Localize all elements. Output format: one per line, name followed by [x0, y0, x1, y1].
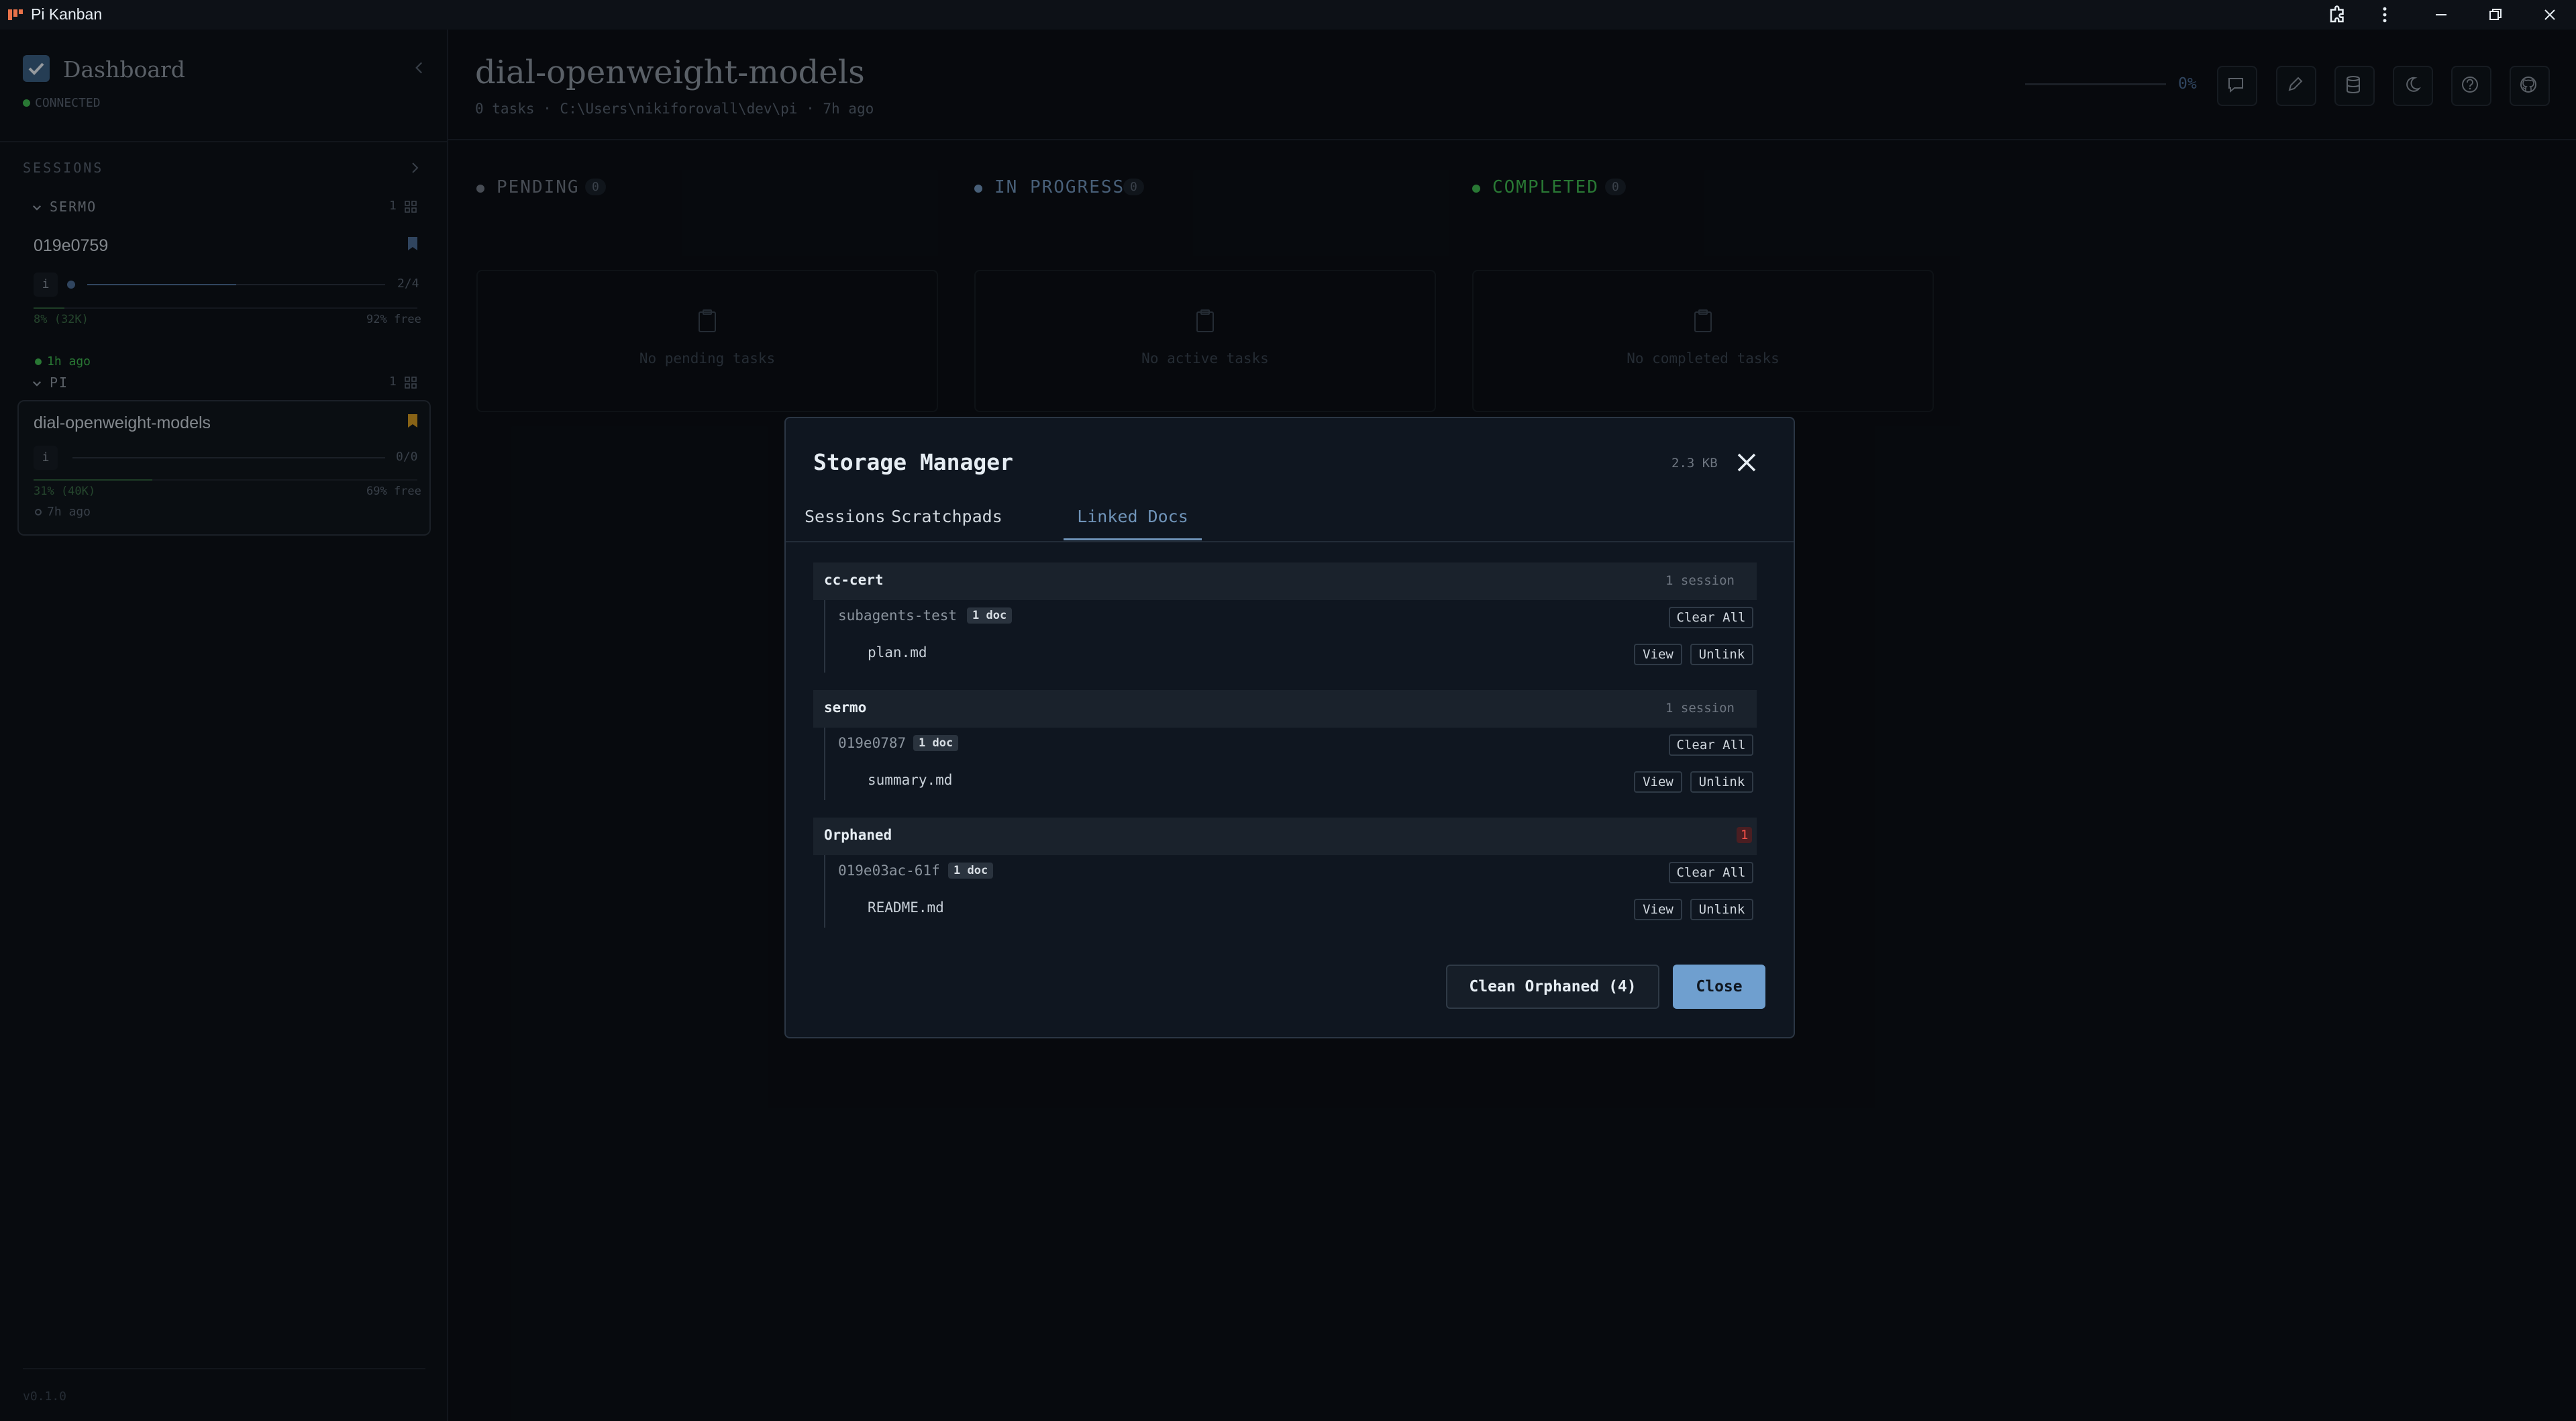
storage-size: 2.3 KB: [1671, 456, 1718, 471]
doc-name: plan.md: [868, 644, 927, 660]
view-button[interactable]: View: [1634, 899, 1682, 920]
button-label: View: [1643, 775, 1673, 789]
orphaned-count-badge: 1: [1737, 827, 1753, 843]
button-label: Clear All: [1676, 738, 1746, 752]
button-label: Clear All: [1676, 610, 1746, 625]
tab-label: Scratchpads: [891, 507, 1002, 526]
doc-count-badge: 1 doc: [967, 607, 1013, 624]
button-label: Clear All: [1676, 865, 1746, 880]
close-dialog-icon[interactable]: [1733, 449, 1760, 476]
dialog-title: Storage Manager: [813, 449, 1014, 475]
tab-scratchpads[interactable]: Scratchpads: [889, 507, 1004, 540]
linked-session-id: 019e0787: [838, 735, 907, 751]
tab-linked-docs[interactable]: Linked Docs: [1064, 507, 1202, 540]
button-label: Unlink: [1698, 647, 1745, 662]
view-button[interactable]: View: [1634, 644, 1682, 665]
tab-label: Linked Docs: [1077, 507, 1188, 526]
storage-manager-dialog: Storage Manager 2.3 KB Sessions Scratchp…: [784, 417, 1795, 1038]
doc-count-badge: 1 doc: [948, 863, 994, 879]
restore-icon[interactable]: [2475, 3, 2516, 27]
doc-group-header: sermo 1 session: [813, 690, 1757, 728]
view-button[interactable]: View: [1634, 771, 1682, 793]
more-options-icon[interactable]: [2365, 3, 2405, 27]
extensions-icon[interactable]: [2318, 3, 2358, 27]
clear-all-button[interactable]: Clear All: [1669, 607, 1753, 628]
unlink-button[interactable]: Unlink: [1690, 771, 1753, 793]
tree-line: [824, 600, 825, 673]
button-label: Unlink: [1698, 902, 1745, 917]
button-label: View: [1643, 647, 1673, 662]
button-label: Close: [1696, 978, 1743, 995]
minimize-icon[interactable]: [2421, 3, 2461, 27]
group-name: cc-cert: [824, 572, 884, 588]
doc-count-badge: 1 doc: [913, 735, 959, 751]
linked-session-id: 019e03ac-61f: [838, 863, 940, 879]
tab-label: Sessions: [805, 507, 886, 526]
tab-sessions[interactable]: Sessions: [805, 507, 885, 540]
doc-group-header: cc-cert 1 session: [813, 562, 1757, 600]
app-logo-icon: [8, 9, 23, 20]
app-title: Pi Kanban: [31, 5, 103, 23]
clean-orphaned-button[interactable]: Clean Orphaned (4): [1446, 965, 1659, 1009]
tree-line: [824, 728, 825, 800]
button-label: View: [1643, 902, 1673, 917]
button-label: Clean Orphaned (4): [1469, 978, 1637, 995]
clear-all-button[interactable]: Clear All: [1669, 862, 1753, 883]
group-meta: 1 session: [1665, 701, 1735, 716]
linked-session-id: subagents-test: [838, 607, 958, 624]
doc-group-header-orphaned: Orphaned 1: [813, 818, 1757, 855]
doc-name: README.md: [868, 899, 944, 916]
group-meta: 1 session: [1665, 573, 1735, 588]
group-name: Orphaned: [824, 827, 892, 843]
doc-name: summary.md: [868, 772, 953, 788]
tabs-divider: [786, 541, 1794, 542]
tree-line: [824, 855, 825, 928]
group-name: sermo: [824, 699, 867, 716]
clear-all-button[interactable]: Clear All: [1669, 734, 1753, 756]
unlink-button[interactable]: Unlink: [1690, 644, 1753, 665]
title-bar: Pi Kanban: [0, 0, 2576, 30]
close-window-icon[interactable]: [2530, 3, 2570, 27]
unlink-button[interactable]: Unlink: [1690, 899, 1753, 920]
close-button[interactable]: Close: [1673, 965, 1765, 1009]
button-label: Unlink: [1698, 775, 1745, 789]
